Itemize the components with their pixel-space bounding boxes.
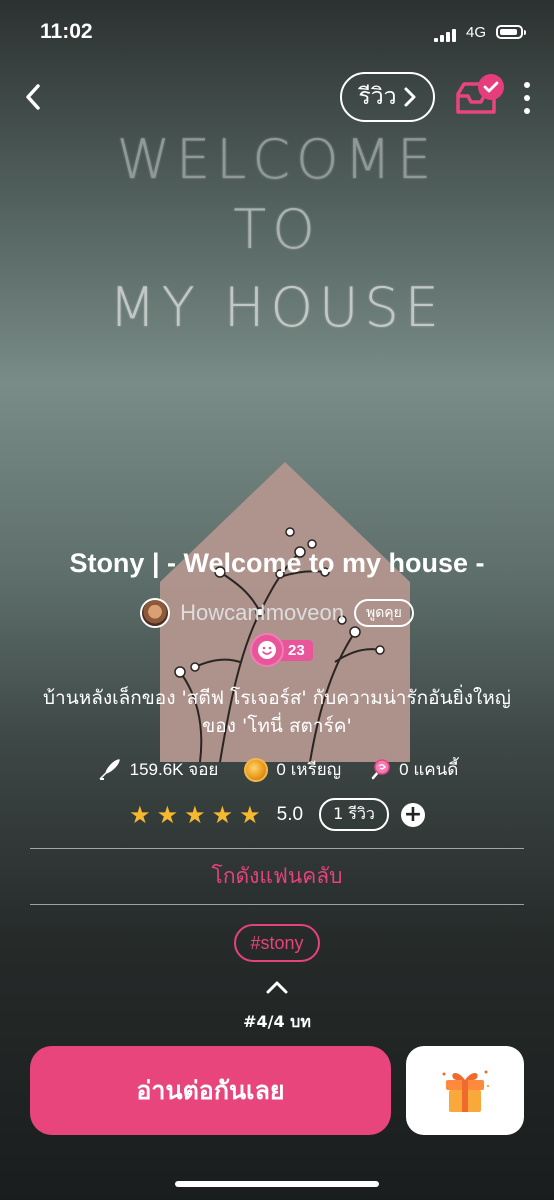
- home-indicator[interactable]: [175, 1181, 379, 1187]
- chevron-left-icon: [26, 84, 40, 110]
- coins-count: 0 เหรียญ: [276, 760, 342, 779]
- back-button[interactable]: [18, 80, 48, 114]
- stats-row: 159.6K จอย 0 เหรียญ 0 แคนดี้: [0, 756, 554, 783]
- candy-count: 0 แคนดี้: [399, 760, 459, 779]
- divider: [30, 904, 524, 905]
- author-row: HowcanImoveon พูดคุย: [0, 598, 554, 628]
- star-icon: ★: [129, 800, 151, 829]
- rating-value: 5.0: [276, 803, 304, 825]
- network-label: 4G: [466, 24, 487, 41]
- review-button[interactable]: รีวิว: [340, 72, 435, 122]
- star-icon: ★: [156, 800, 179, 829]
- chevron-right-icon: [404, 87, 416, 107]
- cover-line-to: TO: [233, 198, 321, 261]
- coin-icon: [244, 757, 269, 782]
- signal-icon: [434, 28, 458, 42]
- divider: [30, 848, 524, 849]
- lollipop-icon: [371, 758, 390, 779]
- star-icon: ★: [211, 800, 234, 829]
- writer-level-badge: 23: [250, 632, 313, 668]
- fanclub-link[interactable]: โกดังแฟนคลับ: [0, 860, 554, 893]
- chevron-up-icon: [266, 981, 288, 994]
- gift-button[interactable]: [406, 1046, 524, 1135]
- status-time: 11:02: [40, 20, 93, 43]
- expand-up-button[interactable]: [265, 978, 289, 996]
- smiley-icon: [250, 633, 284, 667]
- battery-icon: [496, 25, 526, 39]
- cover-line-house: MY HOUSE: [109, 276, 445, 339]
- quill-pen-icon: [99, 758, 120, 780]
- chapter-count: #4/4 บท: [243, 1012, 311, 1031]
- likes-count: 159.6K จอย: [129, 760, 219, 779]
- author-avatar[interactable]: [140, 598, 171, 628]
- check-badge-icon: [478, 74, 504, 100]
- continue-reading-button[interactable]: อ่านต่อกันเลย: [30, 1046, 391, 1135]
- review-button-label: รีวิว: [358, 84, 397, 110]
- author-name[interactable]: HowcanImoveon: [180, 600, 344, 626]
- book-title: Stony | - Welcome to my house -: [69, 548, 485, 578]
- add-review-button[interactable]: +: [400, 802, 425, 827]
- rating-row: ★ ★ ★ ★ ★ 5.0 1 รีวิว +: [0, 798, 554, 831]
- more-options-button[interactable]: [520, 80, 534, 116]
- review-count-button[interactable]: 1 รีวิว: [319, 798, 389, 831]
- tag-stony[interactable]: #stony: [234, 924, 320, 962]
- star-icon: ★: [239, 800, 261, 829]
- cover-line-welcome: WELCOME: [116, 128, 438, 191]
- status-bar: 11:02 4G: [0, 0, 554, 66]
- star-icon: ★: [184, 800, 206, 829]
- gift-box-icon: [442, 1070, 490, 1112]
- chat-button[interactable]: พูดคุย: [353, 599, 414, 627]
- book-description: บ้านหลังเล็กของ 'สตีฟ โรเจอร์ส' กับความน…: [43, 687, 511, 737]
